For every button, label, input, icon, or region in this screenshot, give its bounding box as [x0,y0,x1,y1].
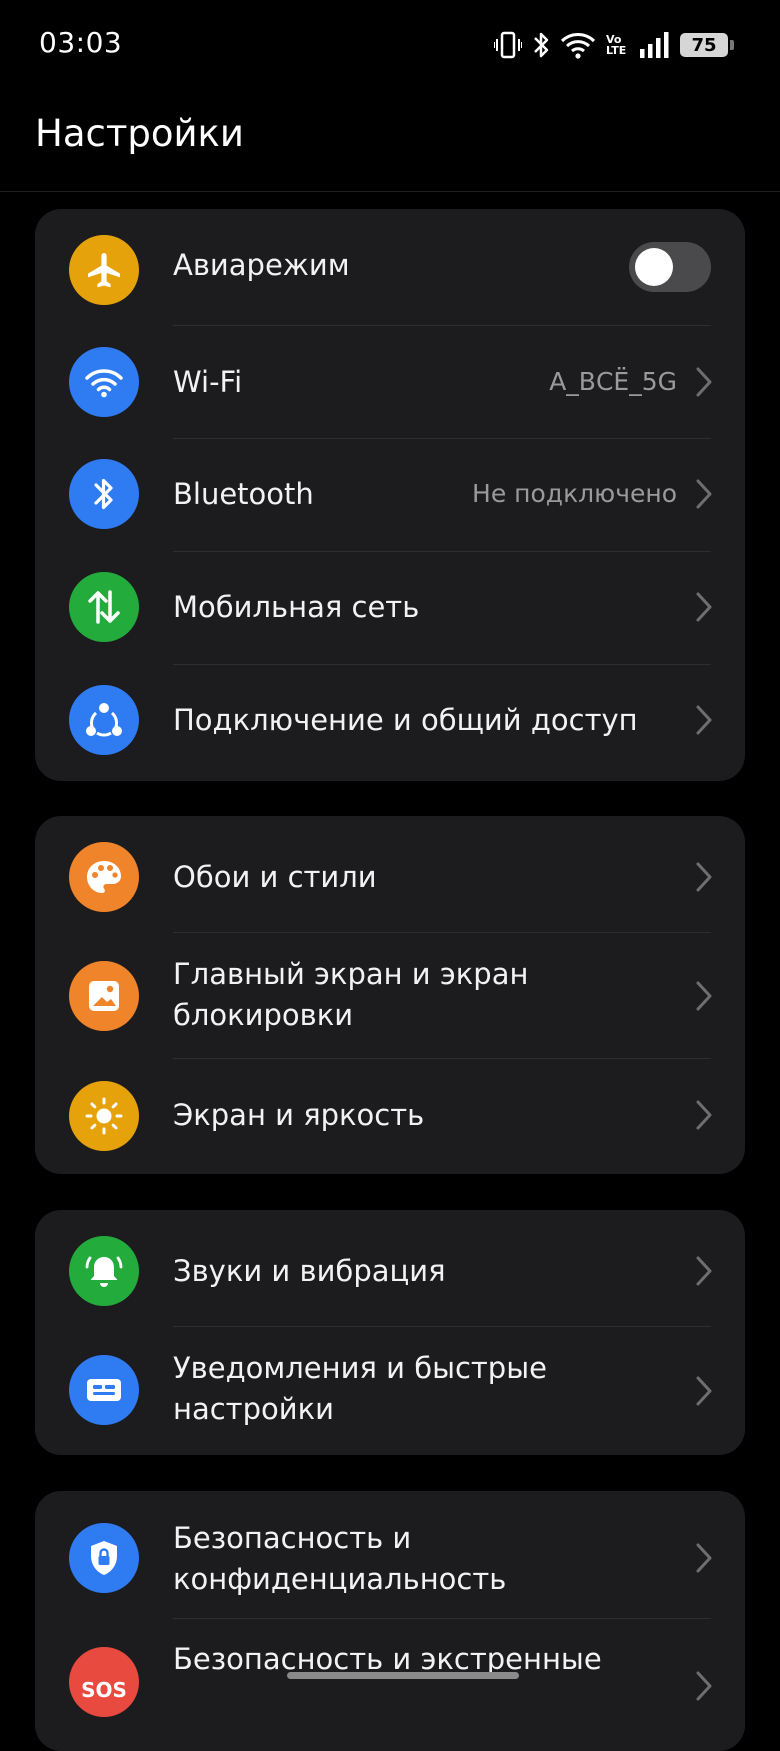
battery-icon: 75 [680,33,734,57]
bluetooth-icon [69,459,139,529]
sos-icon-text: SOS [81,1678,127,1702]
mobile-data-icon [69,572,139,642]
vibrate-icon [494,30,522,60]
setting-emergency-safety[interactable]: SOS Безопасность и экстренные [35,1619,745,1751]
wifi-network-name: A_ВСЁ_5G [549,367,677,396]
setting-label: Экран и яркость [173,1098,425,1132]
setting-mobile-network[interactable]: Мобильная сеть [35,552,745,664]
header-divider [0,191,780,192]
page-title: Настройки [35,112,244,155]
wifi-icon [69,347,139,417]
setting-airplane-mode[interactable]: Авиарежим [35,209,745,322]
airplane-icon [69,235,139,305]
setting-label: Авиарежим [173,248,350,282]
share-icon [69,685,139,755]
setting-notifications-quick[interactable]: Уведомления и быстрые настройки [35,1327,745,1455]
brightness-icon [69,1081,139,1151]
chevron-right-icon [696,1256,712,1286]
setting-display-brightness[interactable]: Экран и яркость [35,1059,745,1174]
status-icons: Vo LTE 75 [494,28,734,62]
setting-home-lock-screen[interactable]: Главный экран и экран блокировки [35,933,745,1058]
airplane-mode-toggle[interactable] [629,242,711,292]
status-time: 03:03 [39,26,123,59]
chevron-right-icon [696,1376,712,1406]
setting-label: Звуки и вибрация [173,1254,446,1288]
bluetooth-status: Не подключено [472,479,677,508]
status-bar: 03:03 Vo LTE 75 [0,0,780,90]
palette-icon [69,842,139,912]
settings-group-sounds: Звуки и вибрация Уведомления и быстрые н… [35,1210,745,1455]
volte-label: Vo LTE [606,33,627,57]
chevron-right-icon [696,1100,712,1130]
setting-label: Подключение и общий доступ [173,703,638,737]
wallpaper-icon [69,961,139,1031]
wifi-icon [560,31,596,59]
bluetooth-icon [532,30,550,60]
settings-group-display: Обои и стили Главный экран и экран блоки… [35,816,745,1174]
volte-icon: Vo LTE [606,34,630,56]
setting-sounds-vibration[interactable]: Звуки и вибрация [35,1210,745,1326]
setting-label: Wi-Fi [173,365,243,399]
battery-level: 75 [691,34,717,56]
chevron-right-icon [696,862,712,892]
home-indicator[interactable] [287,1672,519,1679]
chevron-right-icon [696,367,712,397]
setting-label: Обои и стили [173,860,377,894]
chevron-right-icon [696,1671,712,1701]
setting-wallpapers-styles[interactable]: Обои и стили [35,816,745,932]
toggle-knob [635,248,673,286]
notification-icon [69,1355,139,1425]
setting-label: Мобильная сеть [173,590,420,624]
setting-security-privacy[interactable]: Безопасность и конфиденциальность [35,1491,745,1618]
bell-icon [69,1236,139,1306]
setting-label: Уведомления и быстрые настройки [173,1351,547,1426]
chevron-right-icon [696,705,712,735]
setting-wifi[interactable]: Wi-Fi A_ВСЁ_5G [35,326,745,438]
chevron-right-icon [696,479,712,509]
setting-bluetooth[interactable]: Bluetooth Не подключено [35,439,745,551]
setting-label: Безопасность и конфиденциальность [173,1521,507,1596]
shield-lock-icon [69,1523,139,1593]
chevron-right-icon [696,1543,712,1573]
setting-label: Bluetooth [173,477,314,511]
sos-icon: SOS [69,1647,139,1717]
chevron-right-icon [696,981,712,1011]
settings-group-connectivity: Авиарежим Wi-Fi A_ВСЁ_5G Bluetooth Не по… [35,209,745,781]
setting-connection-sharing[interactable]: Подключение и общий доступ [35,665,745,781]
chevron-right-icon [696,592,712,622]
signal-icon [640,32,670,58]
settings-group-security: Безопасность и конфиденциальность SOS Бе… [35,1491,745,1751]
setting-label: Главный экран и экран блокировки [173,957,529,1032]
